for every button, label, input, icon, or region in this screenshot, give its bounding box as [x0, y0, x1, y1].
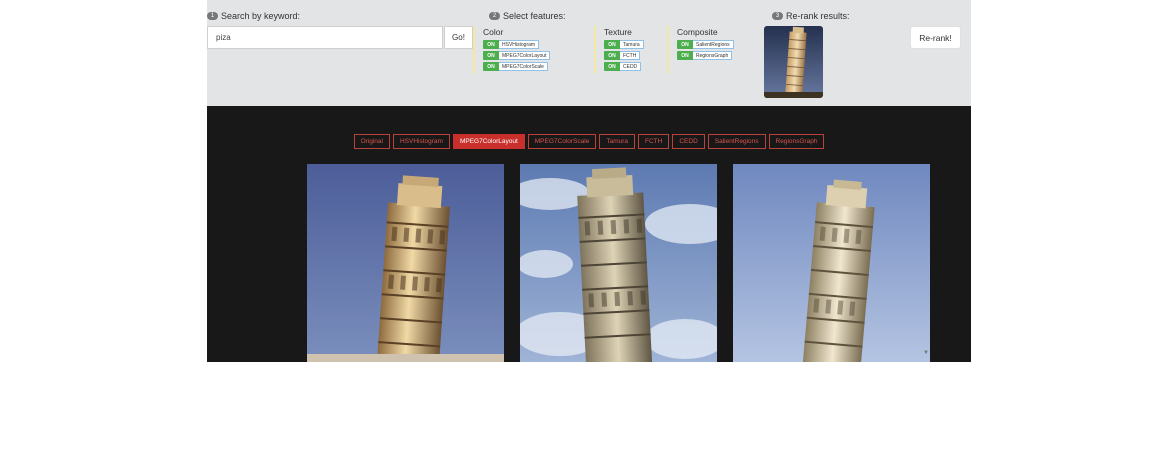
toggle-tamura[interactable]: ON Tamura [604, 40, 644, 49]
toggle-regionsgraph[interactable]: ON RegionsGraph [677, 51, 734, 60]
toggle-salientregions[interactable]: ON SalientRegions [677, 40, 734, 49]
step-2-badge: 2 [489, 12, 500, 20]
toggle-cedd[interactable]: ON CEDD [604, 62, 644, 71]
toggle-state: ON [604, 51, 620, 60]
toggle-label: MPEG7ColorLayout [499, 51, 551, 60]
toggle-fcth[interactable]: ON FCTH [604, 51, 644, 60]
search-input[interactable] [207, 26, 443, 49]
tab-hsvhistogram[interactable]: HSVHistogram [392, 134, 450, 149]
group-title-composite: Composite [677, 27, 718, 37]
result-image-1[interactable] [307, 164, 504, 362]
feature-group-composite: Composite ON SalientRegions ON RegionsGr… [667, 26, 734, 74]
toggle-label: SalientRegions [693, 40, 734, 49]
go-button[interactable]: Go! [444, 26, 473, 49]
results-area: Original HSVHistogram MPEG7ColorLayout M… [207, 106, 971, 362]
features-step-label: 2 Select features: [489, 11, 566, 21]
leaning-tower-image [733, 164, 930, 362]
group-title-texture: Texture [604, 27, 632, 37]
toggle-state: ON [677, 40, 693, 49]
tab-mpeg7colorlayout[interactable]: MPEG7ColorLayout [452, 134, 525, 149]
step-1-badge: 1 [207, 12, 218, 20]
toggle-state: ON [483, 51, 499, 60]
tab-tamura[interactable]: Tamura [599, 134, 636, 149]
rerank-step-label: 3 Re-rank results: [772, 11, 850, 21]
tab-mpeg7colorscale[interactable]: MPEG7ColorScale [527, 134, 597, 149]
tab-fcth[interactable]: FCTH [638, 134, 670, 149]
toggle-label: Tamura [620, 40, 644, 49]
query-image-thumbnail[interactable] [764, 26, 823, 98]
feature-group-texture: Texture ON Tamura ON FCTH ON CEDD [594, 26, 644, 74]
step-3-badge: 3 [772, 12, 783, 20]
toggle-label: CEDD [620, 62, 642, 71]
result-image-2[interactable] [520, 164, 717, 362]
rerank-button[interactable]: Re-rank! [910, 26, 961, 49]
tab-original[interactable]: Original [353, 134, 390, 149]
control-panel: 1 Search by keyword: Go! 2 Select featur… [207, 0, 971, 106]
toggle-label: FCTH [620, 51, 641, 60]
toggle-state: ON [483, 40, 499, 49]
toggle-mpeg7colorscale[interactable]: ON MPEG7ColorScale [483, 62, 550, 71]
toggle-state: ON [483, 62, 499, 71]
toggle-label: HSVHistogram [499, 40, 540, 49]
result-tabs: Original HSVHistogram MPEG7ColorLayout M… [207, 134, 971, 149]
leaning-tower-image [307, 164, 504, 362]
toggle-state: ON [604, 40, 620, 49]
tab-regionsgraph[interactable]: RegionsGraph [768, 134, 825, 149]
caret-down-icon: ▼ [923, 350, 929, 356]
toggle-state: ON [677, 51, 693, 60]
toggle-label: MPEG7ColorScale [499, 62, 548, 71]
tab-cedd[interactable]: CEDD [672, 134, 705, 149]
leaning-tower-image [520, 164, 717, 362]
toggle-state: ON [604, 62, 620, 71]
search-label: Search by keyword: [221, 11, 301, 21]
group-title-color: Color [483, 27, 504, 37]
feature-group-color: Color ON HSVHistogram ON MPEG7ColorLayou… [473, 26, 551, 74]
rerank-label: Re-rank results: [786, 11, 850, 21]
toggle-hsvhistogram[interactable]: ON HSVHistogram [483, 40, 550, 49]
features-label: Select features: [503, 11, 566, 21]
search-step-label: 1 Search by keyword: [207, 11, 300, 21]
app-root: 1 Search by keyword: Go! 2 Select featur… [207, 0, 971, 362]
toggle-mpeg7colorlayout[interactable]: ON MPEG7ColorLayout [483, 51, 551, 60]
result-image-3[interactable] [733, 164, 930, 362]
leaning-tower-image [764, 26, 823, 98]
tab-salientregions[interactable]: SalientRegions [707, 134, 766, 149]
toggle-label: RegionsGraph [693, 51, 733, 60]
